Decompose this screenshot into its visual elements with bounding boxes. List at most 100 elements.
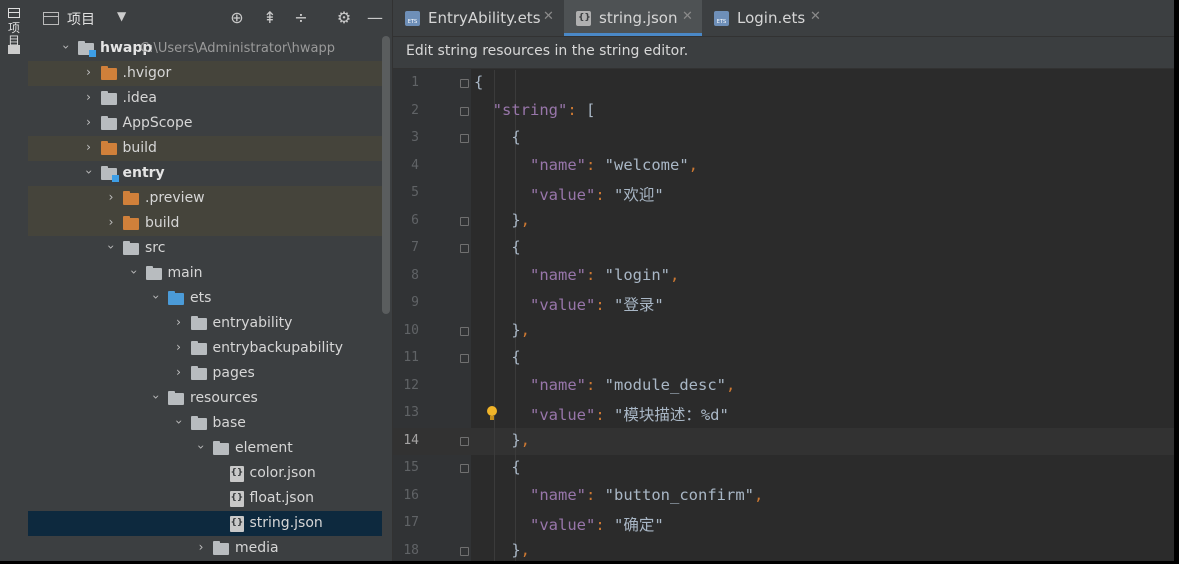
tree-folder-item[interactable]: › entryability [28, 311, 382, 336]
tree-folder-item[interactable]: › hwapp C:\Users\Administrator\hwapp [28, 36, 382, 61]
tree-folder-item[interactable]: › entry [28, 161, 382, 186]
tree-file-item[interactable]: float.json [28, 486, 382, 511]
chevron-right-icon[interactable]: › [84, 115, 94, 129]
tree-folder-item[interactable]: › src [28, 236, 382, 261]
code-line[interactable]: 7 { [393, 235, 1174, 263]
chevron-down-icon[interactable]: › [172, 417, 186, 427]
chevron-right-icon[interactable]: › [84, 65, 94, 79]
tab-string-json[interactable]: string.json ✕ [564, 0, 702, 36]
chevron-down-icon[interactable]: ▼ [117, 9, 126, 23]
fold-marker-icon[interactable] [460, 464, 469, 473]
close-icon[interactable]: ✕ [682, 9, 693, 24]
code-text: { [474, 128, 521, 146]
code-line[interactable]: 4 "name": "welcome", [393, 152, 1174, 180]
locate-icon[interactable]: ⊕ [227, 8, 247, 28]
code-line[interactable]: 2 "string": [ [393, 97, 1174, 125]
code-line[interactable]: 16 "name": "button_confirm", [393, 482, 1174, 510]
chevron-down-icon[interactable]: › [149, 292, 163, 302]
chevron-right-icon[interactable]: › [174, 315, 184, 329]
fold-marker-icon[interactable] [460, 79, 469, 88]
tree-file-item[interactable]: color.json [28, 461, 382, 486]
tree-folder-item[interactable]: › build [28, 136, 382, 161]
tree-folder-item[interactable]: › build [28, 211, 382, 236]
settings-gear-icon[interactable]: ⚙ [334, 8, 354, 28]
fold-marker-icon[interactable] [460, 106, 469, 116]
project-path: C:\Users\Administrator\hwapp [140, 41, 335, 56]
expand-all-icon[interactable]: ⇞ [260, 8, 280, 28]
code-line[interactable]: 6 }, [393, 207, 1174, 235]
project-tool-icon[interactable] [8, 8, 20, 18]
chevron-right-icon[interactable]: › [196, 540, 206, 554]
tree-scrollbar[interactable] [382, 36, 390, 314]
fold-marker-icon[interactable] [460, 354, 469, 363]
tree-folder-item[interactable]: › entrybackupability [28, 336, 382, 361]
code-line[interactable]: 13 "value": "模块描述：%d" [393, 400, 1174, 428]
chevron-down-icon[interactable]: › [59, 42, 73, 52]
chevron-down-icon[interactable]: › [149, 392, 163, 402]
tab-label: string.json [599, 9, 678, 27]
code-line[interactable]: 12 "name": "module_desc", [393, 372, 1174, 400]
folder-icon [168, 391, 184, 405]
tree-item-label: entryability [212, 315, 293, 331]
close-icon[interactable]: ✕ [810, 9, 821, 24]
code-line[interactable]: 9 "value": "登录" [393, 290, 1174, 318]
folder-icon [100, 91, 117, 105]
code-line[interactable]: 10 }, [393, 317, 1174, 345]
code-line[interactable]: 14 }, [393, 427, 1174, 455]
tree-folder-item[interactable]: › element [28, 436, 382, 461]
code-line[interactable]: 3 { [393, 125, 1174, 153]
tab-label: EntryAbility.ets [428, 9, 541, 27]
tree-item-label: main [167, 265, 203, 281]
code-line[interactable]: 5 "value": "欢迎" [393, 180, 1174, 208]
chevron-down-icon[interactable]: › [104, 242, 118, 252]
line-number: 4 [411, 157, 419, 173]
project-view-title[interactable]: 项目 [67, 9, 95, 29]
chevron-right-icon[interactable]: › [106, 215, 116, 229]
tree-folder-item[interactable]: › resources [28, 386, 382, 411]
chevron-down-icon[interactable]: › [127, 267, 141, 277]
fold-marker-icon[interactable] [460, 216, 469, 226]
code-editor[interactable]: 1{2 "string": [3 {4 "name": "welcome", 5 … [393, 69, 1174, 561]
code-text: }, [474, 540, 531, 559]
tree-item-label: src [145, 240, 166, 256]
tree-folder-item[interactable]: › ets [28, 286, 382, 311]
chevron-right-icon[interactable]: › [84, 90, 94, 104]
tree-folder-item[interactable]: › .hvigor [28, 61, 382, 86]
chevron-right-icon[interactable]: › [174, 365, 184, 379]
chevron-right-icon[interactable]: › [174, 340, 184, 354]
code-line[interactable]: 15 { [393, 455, 1174, 483]
tree-file-item[interactable]: string.json [28, 511, 382, 536]
chevron-down-icon[interactable]: › [194, 442, 208, 452]
chevron-right-icon[interactable]: › [106, 190, 116, 204]
code-line[interactable]: 1{ [393, 70, 1174, 98]
collapse-all-icon[interactable]: ÷ [291, 8, 311, 28]
hide-panel-icon[interactable]: — [365, 8, 385, 28]
chevron-right-icon[interactable]: › [84, 140, 94, 154]
code-line[interactable]: 11 { [393, 345, 1174, 373]
tree-folder-item[interactable]: › media [28, 536, 382, 561]
tree-folder-item[interactable]: › pages [28, 361, 382, 386]
tab-login-ets[interactable]: Login.ets ✕ [702, 0, 827, 36]
code-text: }, [474, 320, 531, 339]
code-text: { [474, 348, 521, 366]
chevron-down-icon[interactable]: › [82, 167, 96, 177]
fold-marker-icon[interactable] [460, 546, 469, 556]
code-line[interactable]: 18 }, [393, 537, 1174, 561]
fold-marker-icon[interactable] [460, 244, 469, 253]
module-folder-icon [100, 166, 119, 182]
tree-folder-item[interactable]: › base [28, 411, 382, 436]
fold-marker-icon[interactable] [460, 134, 469, 143]
tree-folder-item[interactable]: › .preview [28, 186, 382, 211]
tree-item-label: float.json [249, 490, 315, 506]
close-icon[interactable]: ✕ [543, 9, 554, 24]
code-text: "value": "确定" [530, 516, 664, 534]
folder-icon [123, 216, 139, 230]
fold-marker-icon[interactable] [460, 326, 469, 336]
tab-entryability-ets[interactable]: EntryAbility.ets✕ [393, 0, 564, 36]
fold-marker-icon[interactable] [460, 436, 469, 446]
tree-folder-item[interactable]: › AppScope [28, 111, 382, 136]
code-line[interactable]: 8 "name": "login", [393, 262, 1174, 290]
code-line[interactable]: 17 "value": "确定" [393, 510, 1174, 538]
tree-folder-item[interactable]: › .idea [28, 86, 382, 111]
tree-folder-item[interactable]: › main [28, 261, 382, 286]
